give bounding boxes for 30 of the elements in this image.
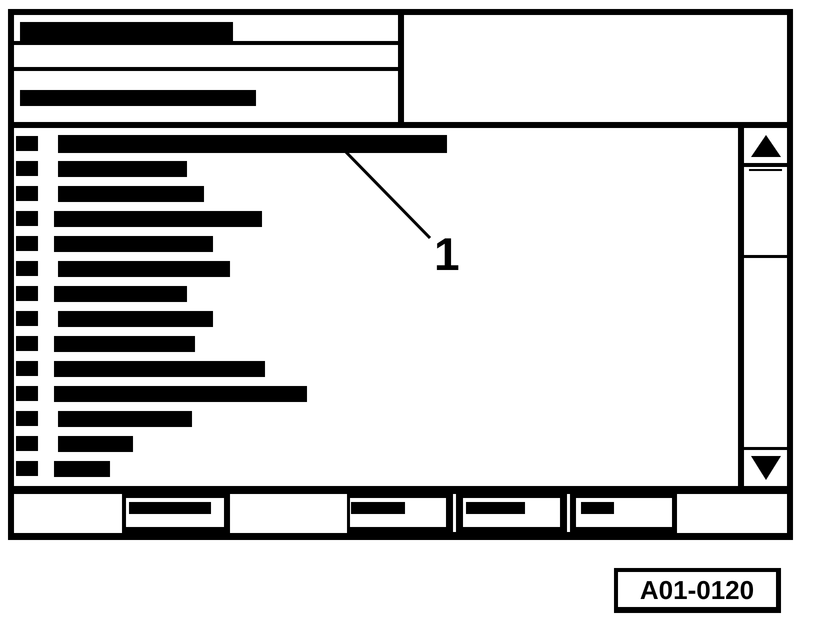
square-icon [16,161,38,176]
softkey-button[interactable] [463,498,560,527]
scroll-down-button[interactable] [744,450,787,486]
square-icon [16,211,38,226]
scroll-up-button[interactable] [744,128,787,163]
scroll-thumb[interactable] [744,167,787,255]
up-arrow-icon [750,134,780,156]
redacted-text-bar [466,502,525,514]
square-icon [16,386,38,401]
square-icon [16,186,38,201]
square-icon [16,286,38,301]
square-icon [16,361,38,376]
square-icon [16,336,38,351]
callout-number: 1 [434,231,460,277]
redacted-text-bar [351,502,405,514]
softkey-button[interactable] [576,498,672,527]
redacted-text-bar [581,502,614,514]
square-icon [16,461,38,476]
square-icon [16,411,38,426]
square-icon [16,436,38,451]
down-arrow-icon [750,456,780,480]
square-icon [16,236,38,251]
square-icon [16,136,38,151]
square-icon [16,261,38,276]
square-icon [16,311,38,326]
scroll-track[interactable] [744,258,787,447]
softkey-button[interactable] [350,498,446,527]
figure-code: A01-0120 [614,568,781,613]
softkey-button[interactable] [126,498,224,527]
redacted-text-bar [54,460,110,476]
